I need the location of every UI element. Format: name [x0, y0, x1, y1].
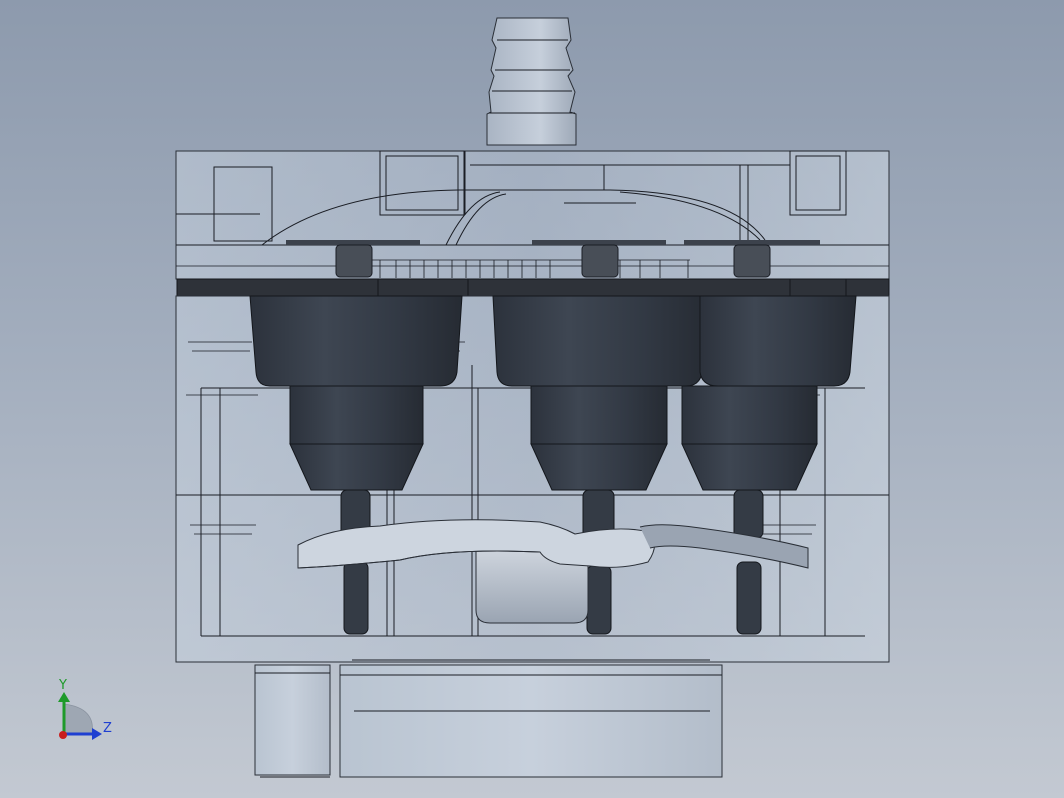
view-orientation-triad — [58, 692, 102, 740]
cad-model-view[interactable] — [0, 0, 1064, 798]
triad-y-label: Y — [59, 678, 67, 693]
triad-z-label: Z — [103, 721, 112, 736]
graphics-viewport[interactable]: Y Z — [0, 0, 1064, 798]
bottom-port-main[interactable] — [339, 659, 723, 778]
housing-lid[interactable] — [175, 150, 890, 280]
hose-nipple[interactable] — [486, 17, 577, 146]
bottom-port-left[interactable] — [254, 664, 331, 778]
mounting-plate[interactable] — [176, 278, 890, 297]
